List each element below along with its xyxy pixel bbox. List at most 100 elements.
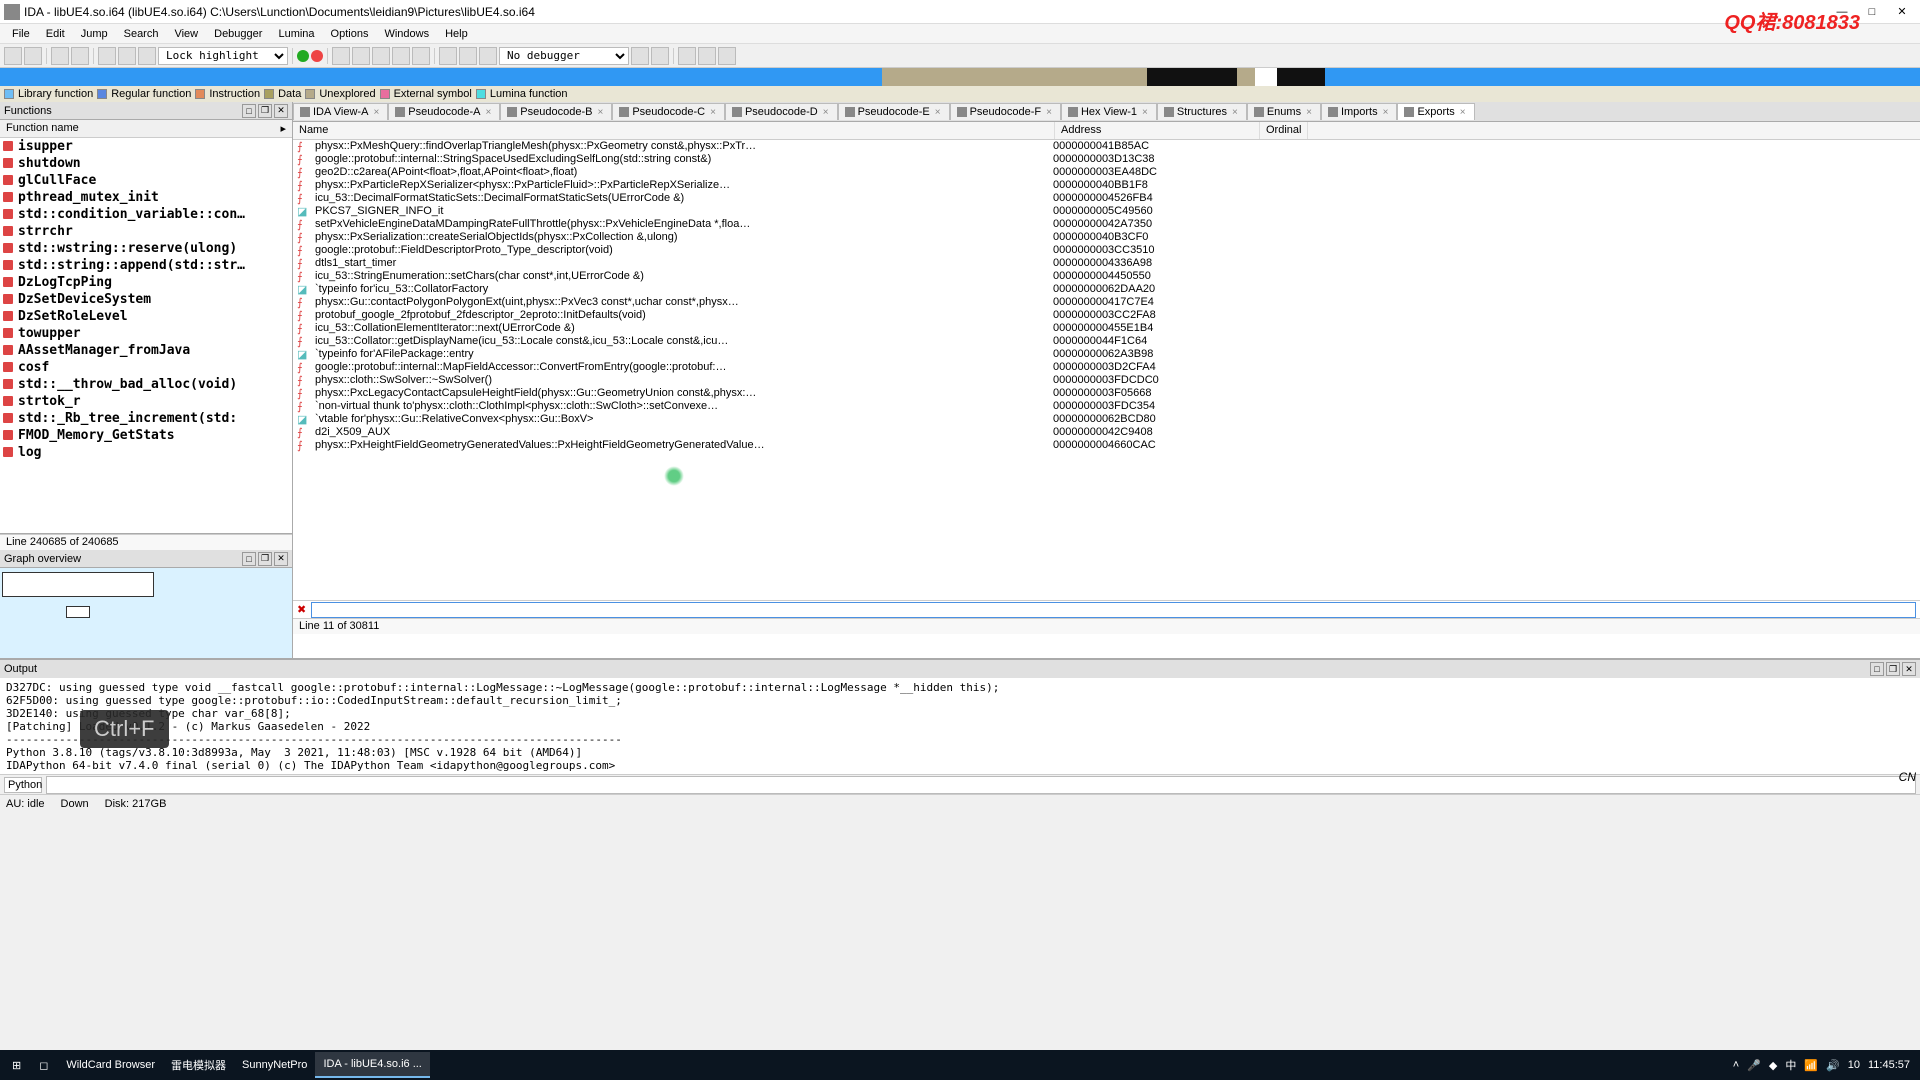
function-item[interactable]: DzSetRoleLevel — [0, 308, 292, 325]
functions-column-header[interactable]: Function name▸ — [0, 120, 292, 138]
function-item[interactable]: glCullFace — [0, 172, 292, 189]
tab-close-button[interactable]: × — [1044, 107, 1054, 118]
tab-structures[interactable]: Structures× — [1157, 103, 1247, 120]
menu-options[interactable]: Options — [323, 28, 377, 40]
tab-close-button[interactable]: × — [1381, 107, 1391, 118]
tray-notif-badge[interactable]: 10 — [1848, 1059, 1860, 1071]
python-label[interactable]: Python — [4, 777, 42, 793]
menu-windows[interactable]: Windows — [376, 28, 437, 40]
tray-clock[interactable]: 11:45:57 — [1868, 1059, 1910, 1071]
menu-lumina[interactable]: Lumina — [270, 28, 322, 40]
debug-pause-button[interactable] — [459, 47, 477, 65]
lock-highlight-select[interactable]: Lock highlight — [158, 47, 288, 65]
tab-ida-view-a[interactable]: IDA View-A× — [293, 103, 388, 120]
tab-pseudocode-c[interactable]: Pseudocode-C× — [612, 103, 725, 120]
tab-close-button[interactable]: × — [1458, 107, 1468, 118]
panel-restore-button[interactable]: ❐ — [258, 104, 272, 118]
tool-btn-2[interactable] — [352, 47, 370, 65]
export-row[interactable]: ⨍physx::PxSerialization::createSerialObj… — [293, 231, 1920, 244]
export-row[interactable]: ⨍google::protobuf::FieldDescriptorProto_… — [293, 244, 1920, 257]
run-indicator-icon[interactable] — [297, 50, 309, 62]
debugger-select[interactable]: No debugger — [499, 47, 629, 65]
output-close-button[interactable]: ✕ — [1902, 662, 1916, 676]
tray-wifi-icon[interactable]: 📶 — [1804, 1059, 1818, 1072]
tool-btn-10[interactable] — [718, 47, 736, 65]
tab-close-button[interactable]: × — [483, 107, 493, 118]
filter-input[interactable] — [311, 602, 1916, 618]
tool-btn-8[interactable] — [678, 47, 696, 65]
export-row[interactable]: ⨍icu_53::DecimalFormatStaticSets::Decima… — [293, 192, 1920, 205]
export-row[interactable]: ⨍physx::PxParticleRepXSerializer<physx::… — [293, 179, 1920, 192]
taskbar[interactable]: ⊞ ◻ WildCard Browser雷电模拟器SunnyNetProIDA … — [0, 1050, 1920, 1080]
export-row[interactable]: ⨍physx::cloth::SwSolver::~SwSolver()0000… — [293, 374, 1920, 387]
tab-close-button[interactable]: × — [821, 107, 831, 118]
filter-clear-button[interactable]: ✖ — [297, 603, 311, 616]
tab-close-button[interactable]: × — [708, 107, 718, 118]
highlight-c-button[interactable] — [138, 47, 156, 65]
export-row[interactable]: ⨍physx::PxcLegacyContactCapsuleHeightFie… — [293, 387, 1920, 400]
graph-float-button[interactable]: □ — [242, 552, 256, 566]
exports-columns[interactable]: Name Address Ordinal — [293, 122, 1920, 140]
menu-search[interactable]: Search — [116, 28, 167, 40]
tab-close-button[interactable]: × — [595, 107, 605, 118]
tool-btn-3[interactable] — [372, 47, 390, 65]
tab-pseudocode-d[interactable]: Pseudocode-D× — [725, 103, 838, 120]
export-row[interactable]: ◪`typeinfo for'icu_53::CollatorFactory00… — [293, 283, 1920, 296]
stop-indicator-icon[interactable] — [311, 50, 323, 62]
function-item[interactable]: AAssetManager_fromJava — [0, 342, 292, 359]
highlight-a-button[interactable] — [98, 47, 116, 65]
function-item[interactable]: DzSetDeviceSystem — [0, 291, 292, 308]
exports-rows[interactable]: ⨍physx::PxMeshQuery::findOverlapTriangle… — [293, 140, 1920, 600]
navigation-strip[interactable] — [0, 68, 1920, 86]
export-row[interactable]: ⨍physx::Gu::contactPolygonPolygonExt(uin… — [293, 296, 1920, 309]
start-button[interactable]: ⊞ — [4, 1052, 29, 1078]
function-item[interactable]: strrchr — [0, 223, 292, 240]
export-row[interactable]: ⨍google::protobuf::internal::MapFieldAcc… — [293, 361, 1920, 374]
save-button[interactable] — [24, 47, 42, 65]
taskbar-app[interactable]: IDA - libUE4.so.i6 ... — [315, 1052, 429, 1078]
tab-close-button[interactable]: × — [1304, 107, 1314, 118]
output-log[interactable]: D327DC: using guessed type void __fastca… — [0, 678, 1920, 774]
tab-close-button[interactable]: × — [933, 107, 943, 118]
panel-close-button[interactable]: ✕ — [274, 104, 288, 118]
debug-play-button[interactable] — [439, 47, 457, 65]
tray-ime-icon[interactable]: 中 — [1785, 1057, 1796, 1073]
function-item[interactable]: DzLogTcpPing — [0, 274, 292, 291]
taskbar-app[interactable]: 雷电模拟器 — [163, 1052, 234, 1078]
export-row[interactable]: ⨍protobuf_google_2fprotobuf_2fdescriptor… — [293, 309, 1920, 322]
python-input[interactable] — [46, 776, 1916, 794]
tray-chevron-icon[interactable]: ˄ — [1733, 1059, 1739, 1071]
export-row[interactable]: ⨍dtls1_start_timer0000000004336A98 — [293, 257, 1920, 270]
tool-btn-4[interactable] — [392, 47, 410, 65]
functions-list[interactable]: isuppershutdownglCullFacepthread_mutex_i… — [0, 138, 292, 516]
nav-back-button[interactable] — [51, 47, 69, 65]
task-view-button[interactable]: ◻ — [31, 1052, 56, 1078]
function-item[interactable]: shutdown — [0, 155, 292, 172]
tab-exports[interactable]: Exports× — [1397, 103, 1474, 120]
tab-imports[interactable]: Imports× — [1321, 103, 1398, 120]
export-row[interactable]: ⨍`non-virtual thunk to'physx::cloth::Clo… — [293, 400, 1920, 413]
system-tray[interactable]: ˄ 🎤 ◆ 中 📶 🔊 10 11:45:57 — [1733, 1057, 1916, 1073]
function-item[interactable]: cosf — [0, 359, 292, 376]
tab-pseudocode-a[interactable]: Pseudocode-A× — [388, 103, 500, 120]
export-row[interactable]: ⨍icu_53::Collator::getDisplayName(icu_53… — [293, 335, 1920, 348]
tab-pseudocode-b[interactable]: Pseudocode-B× — [500, 103, 612, 120]
function-item[interactable]: std::string::append(std::str… — [0, 257, 292, 274]
output-restore-button[interactable]: ❐ — [1886, 662, 1900, 676]
tray-volume-icon[interactable]: 🔊 — [1826, 1059, 1840, 1072]
function-item[interactable]: towupper — [0, 325, 292, 342]
function-item[interactable]: std::wstring::reserve(ulong) — [0, 240, 292, 257]
function-item[interactable]: std::condition_variable::con… — [0, 206, 292, 223]
tray-app-icon[interactable]: ◆ — [1769, 1059, 1777, 1072]
function-item[interactable]: std::__throw_bad_alloc(void) — [0, 376, 292, 393]
output-float-button[interactable]: □ — [1870, 662, 1884, 676]
highlight-b-button[interactable] — [118, 47, 136, 65]
panel-float-button[interactable]: □ — [242, 104, 256, 118]
nav-fwd-button[interactable] — [71, 47, 89, 65]
tab-pseudocode-f[interactable]: Pseudocode-F× — [950, 103, 1061, 120]
open-button[interactable] — [4, 47, 22, 65]
tool-btn-6[interactable] — [631, 47, 649, 65]
tray-mic-icon[interactable]: 🎤 — [1747, 1059, 1761, 1072]
menu-debugger[interactable]: Debugger — [206, 28, 270, 40]
tab-enums[interactable]: Enums× — [1247, 103, 1321, 120]
